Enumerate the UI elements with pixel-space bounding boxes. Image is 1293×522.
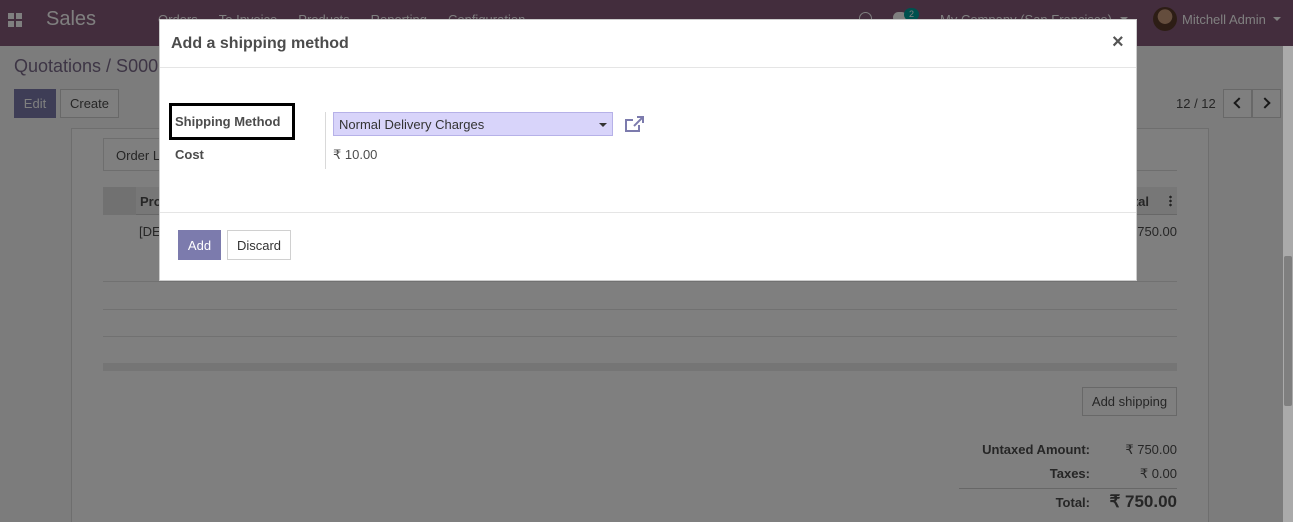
dialog-header: Add a shipping method × (160, 20, 1136, 68)
add-button[interactable]: Add (178, 230, 221, 260)
shipping-method-label: Shipping Method (175, 114, 281, 129)
dialog-title: Add a shipping method (171, 35, 349, 52)
label-divider (325, 112, 326, 169)
cost-label: Cost (175, 147, 204, 162)
discard-button[interactable]: Discard (227, 230, 291, 260)
scrollbar-thumb[interactable] (1284, 256, 1292, 406)
caret-down-icon[interactable] (599, 123, 607, 127)
shipping-method-value: Normal Delivery Charges (339, 117, 485, 132)
close-icon[interactable]: × (1112, 31, 1124, 54)
cost-value: ₹ 10.00 (333, 147, 378, 162)
shipping-method-select[interactable]: Normal Delivery Charges (333, 112, 613, 136)
dialog-footer: Add Discard (160, 212, 1136, 280)
shipping-method-dialog: Add a shipping method × Shipping Method … (159, 19, 1137, 281)
external-link-icon[interactable] (623, 114, 645, 134)
